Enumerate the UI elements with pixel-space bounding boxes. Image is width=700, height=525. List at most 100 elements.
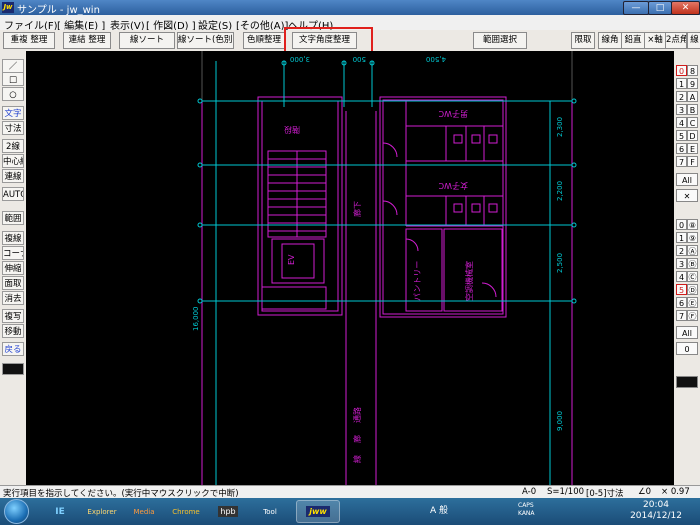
- line-sort-color-button[interactable]: 線ソート(色別): [177, 32, 234, 49]
- layer-group-f[interactable]: F: [687, 156, 698, 167]
- drawing-canvas[interactable]: 3,000 500 4,500 2,300 2,200 2,500 9,000 …: [26, 51, 674, 485]
- layer-group-8[interactable]: 8: [687, 65, 698, 76]
- status-layer[interactable]: A-0: [522, 487, 536, 497]
- layer-e[interactable]: Ⓔ: [687, 297, 698, 308]
- layer-all-button[interactable]: All: [676, 326, 698, 339]
- layer-group-4[interactable]: 4: [676, 117, 687, 128]
- tool-copy[interactable]: 複写: [2, 309, 24, 323]
- label-womens-wc: 女子WC: [438, 181, 468, 191]
- layer-9[interactable]: ⑨: [687, 232, 698, 243]
- connect-cleanup-button[interactable]: 連結 整理: [63, 32, 111, 49]
- line-sort-button[interactable]: 線ソート: [119, 32, 175, 49]
- label-ev: EV: [287, 254, 296, 265]
- layer-group-5[interactable]: 5: [676, 130, 687, 141]
- layer-d[interactable]: Ⓓ: [687, 284, 698, 295]
- tool-circle[interactable]: ○: [2, 87, 24, 101]
- layer-7[interactable]: 7: [676, 310, 687, 321]
- tool-erase[interactable]: 消去: [2, 291, 24, 305]
- range-select-button[interactable]: 範囲選択: [473, 32, 527, 49]
- media-icon: Media: [133, 507, 155, 516]
- layer-group-0[interactable]: 0: [676, 65, 687, 76]
- tool-icon: Tool: [263, 507, 277, 516]
- layer-4[interactable]: 4: [676, 271, 687, 282]
- tool-chamfer[interactable]: 面取: [2, 276, 24, 290]
- layer-6[interactable]: 6: [676, 297, 687, 308]
- status-scale[interactable]: S=1/100: [547, 487, 584, 497]
- tool-auto[interactable]: AUTO: [2, 187, 24, 201]
- dim-right-0: 2,300: [556, 117, 564, 137]
- layer-1[interactable]: 1: [676, 232, 687, 243]
- line-button[interactable]: 線: [687, 32, 700, 49]
- overlap-cleanup-button[interactable]: 重複 整理: [3, 32, 55, 49]
- tool-text[interactable]: 文字: [2, 106, 24, 120]
- layer-group-2[interactable]: 2: [676, 91, 687, 102]
- jww-taskbar-icon[interactable]: jww: [296, 500, 340, 523]
- tool-dimension[interactable]: 寸法: [2, 121, 24, 135]
- layer-zero-button[interactable]: 0: [676, 342, 698, 355]
- maximize-button[interactable]: □: [648, 1, 672, 15]
- tool-center-line[interactable]: 中心線: [2, 154, 24, 168]
- title-bar: Jw サンプル - jw_win — □ ✕: [0, 0, 700, 16]
- layer-group-3[interactable]: 3: [676, 104, 687, 115]
- tool-move[interactable]: 移動: [2, 324, 24, 338]
- tool-range[interactable]: 範囲: [2, 211, 24, 225]
- layer-8[interactable]: ⑧: [687, 219, 698, 230]
- layer-group-b[interactable]: B: [687, 104, 698, 115]
- layer-group-6[interactable]: 6: [676, 143, 687, 154]
- layer-group-9[interactable]: 9: [687, 78, 698, 89]
- ime-indicator[interactable]: A 般: [430, 503, 448, 516]
- tool-line[interactable]: ／: [2, 59, 24, 73]
- layer-group-d[interactable]: D: [687, 130, 698, 141]
- layer-3[interactable]: 3: [676, 258, 687, 269]
- media-taskbar-icon[interactable]: Media: [126, 500, 162, 523]
- explorer-taskbar-icon[interactable]: Explorer: [84, 500, 120, 523]
- system-clock[interactable]: 20:04 2014/12/12: [626, 500, 686, 522]
- tool-offset[interactable]: 複線: [2, 231, 24, 245]
- layer-group-all-button[interactable]: All: [676, 173, 698, 186]
- line-angle-button[interactable]: 線角: [598, 32, 622, 49]
- hpb-taskbar-icon[interactable]: hpb: [210, 500, 246, 523]
- right-layer-panel: 0 8 1 9 2 A 3 B 4 C 5 D 6 E 7 F All ✕ 0 …: [674, 51, 700, 485]
- layer-b[interactable]: Ⓑ: [687, 258, 698, 269]
- right-line-swatch[interactable]: [676, 376, 698, 388]
- layer-group-e[interactable]: E: [687, 143, 698, 154]
- chrome-taskbar-icon[interactable]: Chrome: [168, 500, 204, 523]
- layer-2[interactable]: 2: [676, 245, 687, 256]
- label-passage: 通路: [352, 407, 362, 423]
- left-tool-panel: ／ □ ○ 文字 寸法 2線 中心線 連線 AUTO 範囲 複線 コーナー 伸縮…: [0, 51, 26, 485]
- layer-group-1[interactable]: 1: [676, 78, 687, 89]
- caps-kana-indicator[interactable]: CAPS KANA: [518, 502, 540, 518]
- label-corridor: 廊下: [352, 201, 362, 217]
- layer-group-invert-button[interactable]: ✕: [676, 189, 698, 202]
- start-button[interactable]: [4, 499, 29, 524]
- clip-button[interactable]: 限取: [571, 32, 595, 49]
- close-button[interactable]: ✕: [671, 1, 700, 15]
- layer-f[interactable]: Ⓕ: [687, 310, 698, 321]
- status-zoom[interactable]: × 0.97: [661, 487, 690, 497]
- dim-top-2: 4,500: [426, 55, 446, 63]
- vertical-button[interactable]: 鉛直: [621, 32, 645, 49]
- layer-group-c[interactable]: C: [687, 117, 698, 128]
- line-style-swatch[interactable]: [2, 363, 24, 375]
- status-angle[interactable]: ∠0: [638, 487, 651, 497]
- tool-continuous-line[interactable]: 連線: [2, 169, 24, 183]
- dim-right-1: 2,200: [556, 181, 564, 201]
- ie-taskbar-icon[interactable]: IE: [42, 500, 78, 523]
- color-order-button[interactable]: 色順整理: [243, 32, 285, 49]
- tool-undo[interactable]: 戻る: [2, 342, 24, 356]
- two-point-angle-button[interactable]: 2点角: [665, 32, 687, 49]
- layer-a[interactable]: Ⓐ: [687, 245, 698, 256]
- layer-5[interactable]: 5: [676, 284, 687, 295]
- layer-group-a[interactable]: A: [687, 91, 698, 102]
- tool-rectangle[interactable]: □: [2, 72, 24, 86]
- chrome-icon: Chrome: [172, 507, 200, 516]
- tool-corner[interactable]: コーナー: [2, 246, 24, 260]
- layer-0[interactable]: 0: [676, 219, 687, 230]
- tool-double-line[interactable]: 2線: [2, 139, 24, 153]
- tool-stretch[interactable]: 伸縮: [2, 261, 24, 275]
- layer-c[interactable]: Ⓒ: [687, 271, 698, 282]
- tool-taskbar-icon[interactable]: Tool: [252, 500, 288, 523]
- x-axis-button[interactable]: ×軸: [644, 32, 666, 49]
- layer-group-7[interactable]: 7: [676, 156, 687, 167]
- minimize-button[interactable]: —: [623, 1, 649, 15]
